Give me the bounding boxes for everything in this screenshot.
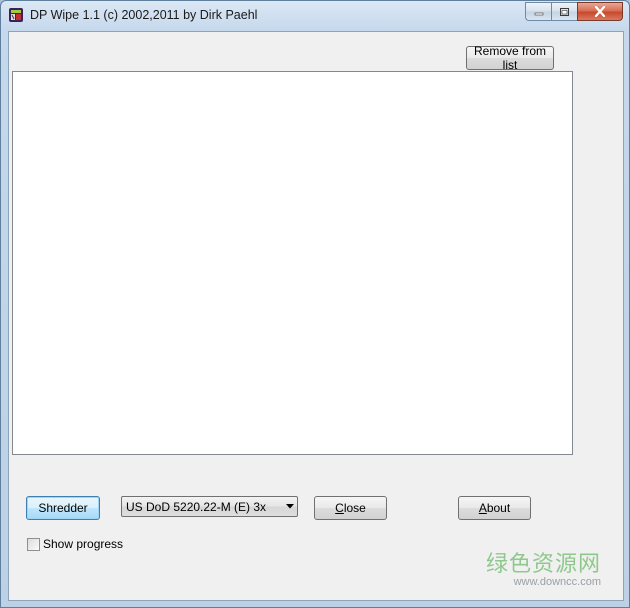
minimize-icon: [534, 12, 543, 15]
about-button[interactable]: About: [458, 496, 531, 520]
title-bar[interactable]: DP Wipe 1.1 (c) 2002,2011 by Dirk Paehl: [1, 1, 629, 31]
watermark: 绿色资源网 www.downcc.com: [486, 546, 601, 588]
close-icon: [594, 6, 606, 17]
show-progress-option[interactable]: Show progress: [27, 537, 123, 551]
maximize-icon: [560, 7, 569, 16]
show-progress-checkbox[interactable]: [27, 537, 40, 551]
window-title: DP Wipe 1.1 (c) 2002,2011 by Dirk Paehl: [30, 8, 258, 22]
shredder-button[interactable]: Shredder: [26, 496, 100, 520]
remove-from-list-button[interactable]: Remove from list: [466, 44, 554, 72]
wipe-method-value: US DoD 5220.22-M (E) 3x: [126, 499, 267, 514]
app-icon: [9, 8, 23, 22]
show-progress-label: Show progress: [43, 537, 124, 551]
app-window: DP Wipe 1.1 (c) 2002,2011 by Dirk Paehl: [0, 0, 630, 608]
chevron-down-icon: [283, 504, 297, 509]
close-window-button[interactable]: [577, 2, 623, 21]
file-list[interactable]: [12, 71, 573, 455]
watermark-text: 绿色资源网: [485, 552, 601, 577]
caption-buttons: [525, 2, 623, 22]
wipe-method-select[interactable]: US DoD 5220.22-M (E) 3x: [121, 496, 298, 517]
client-area: Remove from list Shredder US DoD 5220.22…: [8, 31, 624, 601]
close-button-label: Close: [335, 501, 366, 515]
maximize-button[interactable]: [551, 2, 577, 21]
about-button-label: About: [478, 501, 511, 515]
minimize-button[interactable]: [525, 2, 551, 21]
close-button[interactable]: Close: [314, 496, 387, 520]
